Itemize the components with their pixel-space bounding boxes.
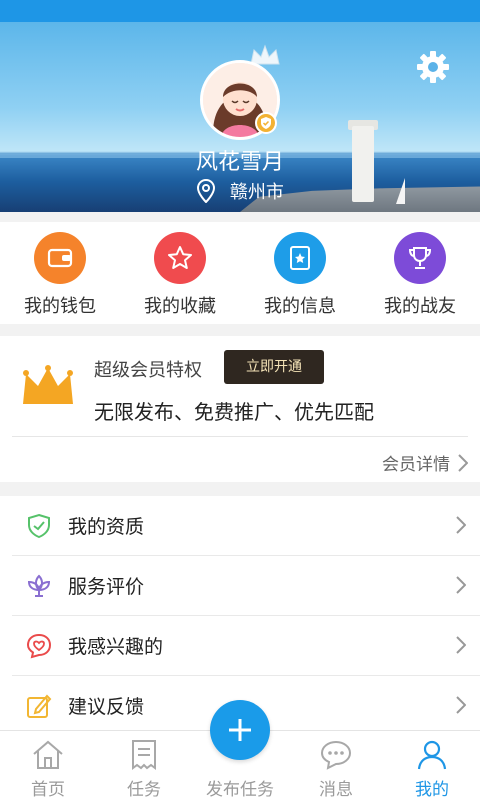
quick-action-label: 我的战友 xyxy=(384,296,456,317)
status-bar xyxy=(0,0,480,22)
home-icon xyxy=(33,740,63,769)
heart-chat-icon xyxy=(24,631,54,661)
quick-action-label: 我的钱包 xyxy=(24,296,96,317)
quick-action-wallet[interactable]: 我的钱包 xyxy=(0,222,120,324)
tab-label: 首页 xyxy=(31,780,65,800)
wallet-icon xyxy=(34,232,86,284)
plus-icon xyxy=(229,719,251,741)
edit-icon xyxy=(24,691,54,721)
quick-action-label: 我的收藏 xyxy=(144,296,216,317)
tab-tasks[interactable]: 任务 xyxy=(96,731,192,800)
settings-gear-icon[interactable] xyxy=(416,50,450,84)
tab-mine[interactable]: 我的 xyxy=(384,731,480,800)
tab-label: 任务 xyxy=(127,780,161,800)
quick-action-label: 我的信息 xyxy=(264,296,336,317)
info-book-icon xyxy=(274,232,326,284)
menu-item-label: 服务评价 xyxy=(68,576,145,598)
vip-details-label: 会员详情 xyxy=(382,455,450,475)
location: 赣州市 xyxy=(0,178,480,204)
menu-item-label: 建议反馈 xyxy=(68,696,145,718)
menu-item-service-review[interactable]: 服务评价 xyxy=(12,556,480,616)
chevron-right-icon xyxy=(456,576,466,594)
star-icon xyxy=(154,232,206,284)
vip-card: 超级会员特权 立即开通 无限发布、免费推广、优先匹配 会员详情 xyxy=(0,336,480,482)
city-label: 赣州市 xyxy=(229,182,284,203)
vip-title: 超级会员特权 xyxy=(94,360,202,381)
vip-crown-icon xyxy=(23,365,73,404)
username: 风花雪月 xyxy=(195,150,284,175)
menu-item-label: 我感兴趣的 xyxy=(68,636,164,658)
chevron-right-icon xyxy=(456,636,466,654)
chevron-right-icon xyxy=(456,516,466,534)
quick-action-info[interactable]: 我的信息 xyxy=(240,222,360,324)
quick-actions: 我的钱包 我的收藏 我的信息 我的战友 xyxy=(0,222,480,324)
chevron-right-icon xyxy=(458,453,468,472)
message-icon xyxy=(320,740,352,770)
vip-activate-button[interactable]: 立即开通 xyxy=(224,350,324,384)
divider xyxy=(12,436,468,437)
tab-label: 消息 xyxy=(319,780,353,800)
task-list-icon xyxy=(132,740,156,770)
vip-details-link[interactable]: 会员详情 xyxy=(382,450,468,475)
lotus-icon xyxy=(24,571,54,601)
tab-label: 我的 xyxy=(415,780,449,800)
menu-item-label: 我的资质 xyxy=(68,516,145,538)
menu-item-interests[interactable]: 我感兴趣的 xyxy=(12,616,480,676)
trophy-icon xyxy=(394,232,446,284)
shield-check-icon xyxy=(24,511,54,541)
tab-home[interactable]: 首页 xyxy=(0,731,96,800)
user-icon xyxy=(417,740,447,770)
verified-badge-icon xyxy=(255,112,277,134)
publish-task-button[interactable] xyxy=(210,700,270,760)
tab-messages[interactable]: 消息 xyxy=(288,731,384,800)
tab-label: 发布任务 xyxy=(206,780,274,800)
chevron-right-icon xyxy=(456,696,466,714)
quick-action-favorites[interactable]: 我的收藏 xyxy=(120,222,240,324)
quick-action-comrades[interactable]: 我的战友 xyxy=(360,222,480,324)
vip-description: 无限发布、免费推广、优先匹配 xyxy=(94,400,374,424)
menu-item-qualification[interactable]: 我的资质 xyxy=(12,496,480,556)
location-pin-icon xyxy=(197,179,216,203)
